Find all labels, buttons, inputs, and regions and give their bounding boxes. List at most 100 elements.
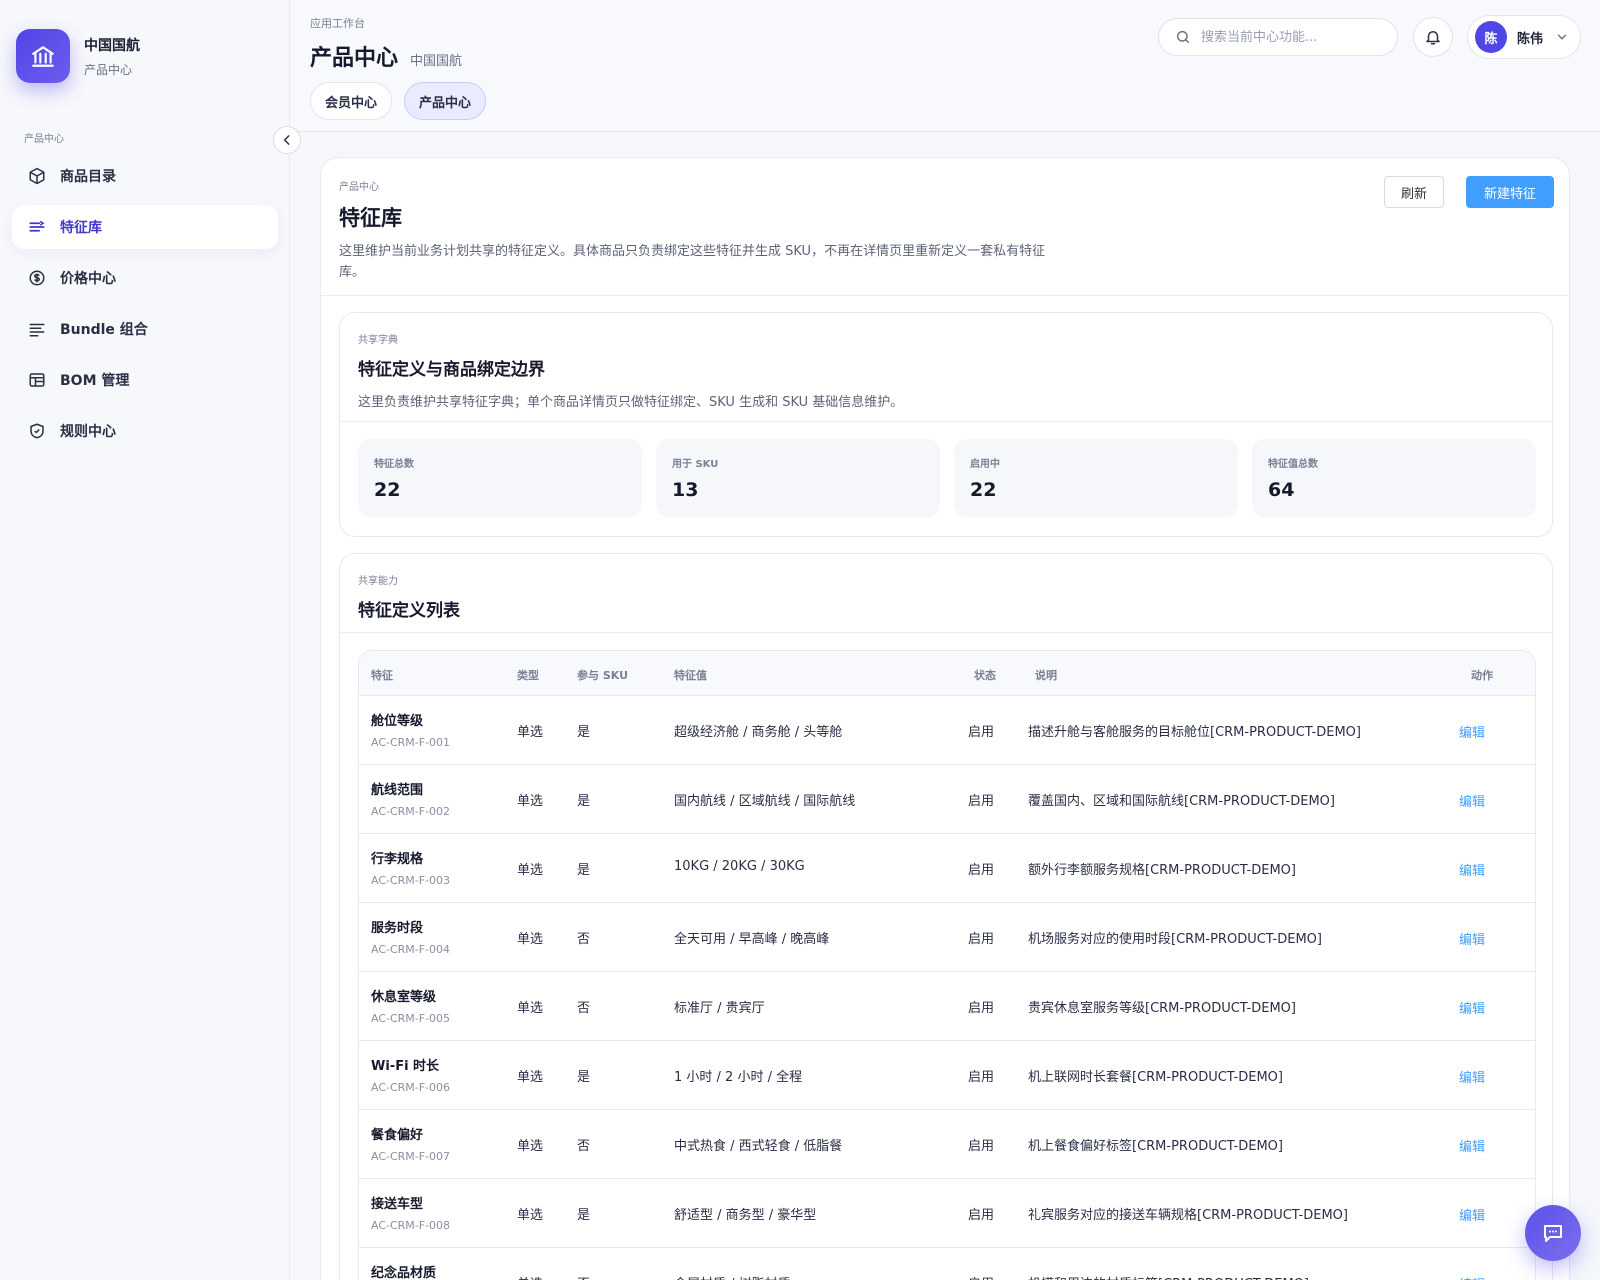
brand-subtitle: 产品中心	[84, 62, 133, 77]
column-header-sku: 参与 SKU	[577, 669, 629, 682]
sidebar-collapse-button[interactable]	[273, 126, 301, 154]
feature-name: 航线范围	[371, 783, 424, 798]
edit-link[interactable]: 编辑	[1459, 860, 1485, 879]
user-menu[interactable]: 陈 陈伟	[1467, 15, 1581, 59]
feature-description: 覆盖国内、区域和国际航线[CRM-PRODUCT-DEMO]	[1028, 794, 1335, 809]
edit-link[interactable]: 编辑	[1459, 1274, 1485, 1280]
edit-link[interactable]: 编辑	[1459, 1136, 1485, 1155]
stats-row: 特征总数 22 用于 SKU 13 启用中 22 特征值总数 64	[358, 439, 1536, 517]
feature-status: 启用	[968, 794, 995, 809]
stat-value: 22	[374, 479, 401, 501]
feature-name: 舱位等级	[371, 714, 424, 729]
feature-values: 金属材质 / 树脂材质	[674, 1273, 791, 1280]
feature-sku: 是	[577, 725, 591, 740]
edit-link[interactable]: 编辑	[1459, 791, 1485, 810]
feature-sku: 是	[577, 1208, 591, 1223]
column-header-feature: 特征	[371, 669, 393, 682]
sidebar-item-rules[interactable]: 规则中心	[12, 409, 278, 453]
page-subtitle: 中国国航	[410, 54, 463, 69]
feature-description: 礼宾服务对应的接送车辆规格[CRM-PRODUCT-DEMO]	[1028, 1208, 1348, 1223]
sidebar-nav: 商品目录 特征库 价格中心 Bundle 组合 BOM 管理 规则中心	[12, 154, 278, 460]
sidebar-item-catalog[interactable]: 商品目录	[12, 154, 278, 198]
feature-sku: 否	[577, 1273, 590, 1280]
edit-link[interactable]: 编辑	[1459, 722, 1485, 741]
brand[interactable]: 中国国航 产品中心	[16, 29, 140, 83]
chevron-left-icon	[283, 135, 290, 145]
divider	[340, 632, 1552, 633]
table-row: 舱位等级 AC-CRM-F-001 单选 是 超级经济舱 / 商务舱 / 头等舱 启用 描述…	[359, 696, 1535, 765]
table-body: 舱位等级 AC-CRM-F-001 单选是超级经济舱 / 商务舱 / 头等舱 启用 描述…	[359, 696, 1535, 1280]
feature-type: 单选	[517, 1208, 544, 1223]
table-row: 餐食偏好 AC-CRM-F-007 单选 否 中式热食 / 西式轻食 / 低脂餐 启用 机上…	[359, 1110, 1535, 1179]
column-header-status: 状态	[974, 669, 996, 682]
feature-name: Wi-Fi 时长	[371, 1059, 440, 1074]
sidebar-item-bom[interactable]: BOM 管理	[12, 358, 278, 402]
feature-description: 贵宾休息室服务等级[CRM-PRODUCT-DEMO]	[1028, 1001, 1296, 1016]
feature-status: 启用	[968, 1070, 995, 1085]
edit-link[interactable]: 编辑	[1459, 1067, 1485, 1086]
feature-name: 纪念品材质	[371, 1266, 437, 1280]
tab-product-center[interactable]: 产品中心	[404, 82, 487, 120]
notification-button[interactable]	[1413, 17, 1453, 57]
sidebar: 中国国航 产品中心 产品中心 商品目录 特征库 价格中心 Bundle 组合 B…	[0, 0, 290, 1280]
edit-link[interactable]: 编辑	[1459, 1205, 1485, 1224]
column-header-action: 动作	[1471, 669, 1493, 682]
feature-code: AC-CRM-F-001	[371, 736, 451, 749]
stat-card-values: 特征值总数 64	[1252, 439, 1536, 517]
feature-description: 机上联网时长套餐[CRM-PRODUCT-DEMO]	[1028, 1070, 1283, 1085]
cube-icon	[28, 167, 46, 185]
chevron-down-icon	[1555, 30, 1569, 44]
feature-type: 单选	[517, 863, 544, 878]
chat-button[interactable]	[1525, 1205, 1581, 1261]
feature-values: 全天可用 / 早高峰 / 晚高峰	[674, 932, 830, 947]
stat-value: 64	[1268, 479, 1295, 501]
feature-sku: 是	[577, 794, 591, 809]
feature-type: 单选	[517, 725, 544, 740]
breadcrumb[interactable]: 应用工作台	[310, 15, 365, 31]
table-row: 服务时段 AC-CRM-F-004 单选 否 全天可用 / 早高峰 / 晚高峰 启用 机场服…	[359, 903, 1535, 972]
feature-type: 单选	[517, 794, 544, 809]
edit-link[interactable]: 编辑	[1459, 998, 1485, 1017]
feature-description: 机模和周边的材质标签[CRM-PRODUCT-DEMO]	[1028, 1273, 1309, 1280]
search-input[interactable]	[1201, 29, 1371, 45]
edit-link[interactable]: 编辑	[1459, 929, 1485, 948]
feature-code: AC-CRM-F-006	[371, 1081, 451, 1094]
panel-eyebrow: 共享字典	[358, 335, 398, 346]
section-title: 特征库	[339, 206, 402, 230]
sidebar-item-bundle[interactable]: Bundle 组合	[12, 307, 278, 351]
new-feature-button[interactable]: 新建特征	[1466, 176, 1554, 208]
feature-status: 启用	[968, 932, 995, 947]
table-row: 休息室等级 AC-CRM-F-005 单选 否 标准厅 / 贵宾厅 启用 贵宾休息室服务等级…	[359, 972, 1535, 1041]
bank-logo-icon	[16, 29, 70, 83]
feature-code: AC-CRM-F-003	[371, 874, 451, 887]
panel-title: 特征定义列表	[358, 601, 460, 621]
sidebar-section-title: 产品中心	[24, 134, 64, 145]
feature-table: 特征 类型 参与 SKU 特征值 状态 说明 动作 舱位等级 AC-CRM-F-0…	[358, 650, 1536, 1280]
feature-name: 行李规格	[371, 852, 424, 867]
column-header-description: 说明	[1035, 669, 1057, 682]
refresh-button[interactable]: 刷新	[1384, 176, 1444, 208]
main-card: 产品中心 特征库 这里维护当前业务计划共享的特征定义。具体商品只负责绑定这些特征…	[320, 157, 1570, 1280]
sidebar-item-features[interactable]: 特征库	[12, 205, 278, 249]
feature-sku: 否	[577, 1001, 591, 1016]
sidebar-item-label: 价格中心	[60, 271, 116, 287]
feature-values: 10KG / 20KG / 30KG	[674, 859, 805, 874]
chat-icon	[1544, 1225, 1562, 1242]
feature-values: 国内航线 / 区域航线 / 国际航线	[674, 794, 856, 809]
feature-status: 启用	[968, 1139, 995, 1154]
feature-sku: 否	[577, 932, 591, 947]
column-header-type: 类型	[517, 669, 539, 682]
feature-sku: 否	[577, 1139, 591, 1154]
sidebar-item-pricing[interactable]: 价格中心	[12, 256, 278, 300]
brand-name: 中国国航	[84, 37, 140, 54]
feature-code: AC-CRM-F-004	[371, 943, 451, 956]
feature-type: 单选	[517, 932, 544, 947]
table-row: 纪念品材质AC-CRM-F-009单选否金属材质 / 树脂材质启用机模和周边的材…	[359, 1248, 1535, 1280]
feature-sku: 是	[577, 863, 591, 878]
feature-values: 舒适型 / 商务型 / 豪华型	[674, 1208, 817, 1223]
top-bar: 应用工作台 产品中心 中国国航 会员中心 产品中心 陈 陈伟	[290, 0, 1600, 132]
stat-value: 22	[970, 479, 997, 501]
panel-title: 特征定义与商品绑定边界	[358, 360, 545, 380]
tab-member-center[interactable]: 会员中心	[310, 82, 393, 120]
page-header: 产品中心 中国国航	[310, 40, 462, 72]
